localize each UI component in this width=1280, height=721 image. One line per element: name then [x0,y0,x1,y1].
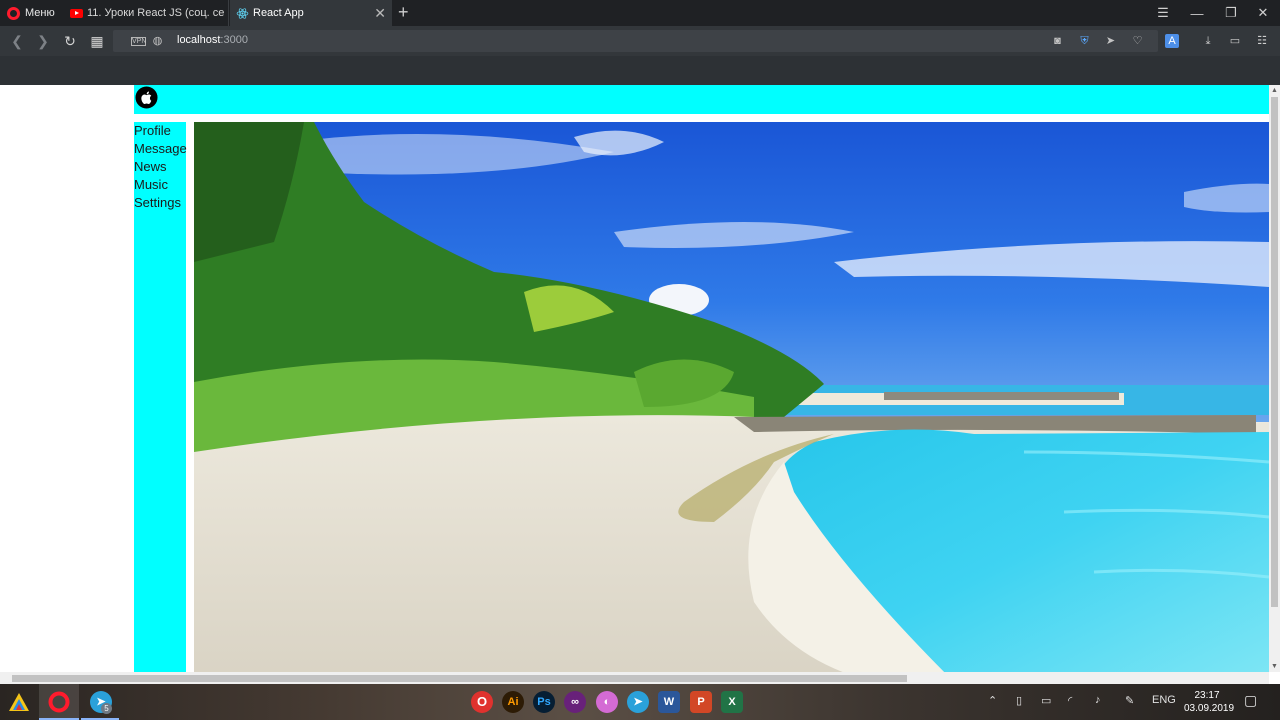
scroll-down-arrow-icon[interactable]: ▼ [1269,661,1280,672]
notifications-icon[interactable]: ▢ [1244,692,1257,709]
visual-studio-icon[interactable]: ∞ [564,691,586,713]
photos-app-icon[interactable]: ◐ [596,691,618,713]
opera-menu-button[interactable]: Меню [0,0,62,26]
close-window-button[interactable]: ✕ [1246,0,1280,26]
bookmark-heart-icon[interactable]: ♡ [1131,35,1144,47]
nav-link-news[interactable]: News [134,158,186,176]
react-favicon-icon [236,7,249,19]
nav-link-message[interactable]: Message [134,140,187,158]
pen-icon[interactable]: ✎ [1125,694,1134,707]
new-tab-button[interactable]: + [398,3,409,21]
usb-device-icon[interactable]: ▯ [1016,694,1022,707]
adblock-shield-icon[interactable]: ⛨ [1078,35,1091,47]
address-field[interactable]: VPN ◍ localhost:3000 ◙ ⛨ ➤ ♡ [113,30,1158,52]
tab-youtube[interactable]: 11. Уроки React JS (соц. се [64,0,229,26]
windows-taskbar: ➤ 5 O Ai Ps ∞ ◐ ➤ W P X ⌃ ▯ ▭ ◜ ♪ ✎ ENG … [0,684,1280,720]
easy-setup-icon[interactable]: ☷ [1255,34,1269,48]
opera-taskbar-icon[interactable] [48,691,70,713]
send-icon[interactable]: ➤ [1104,35,1117,47]
nav-link-profile[interactable]: Profile [134,122,186,140]
battery-icon[interactable]: ▭ [1041,694,1051,707]
close-tab-icon[interactable]: ✕ [374,5,386,21]
scroll-up-arrow-icon[interactable]: ▲ [1269,85,1280,96]
opera-pinned-icon[interactable]: O [471,691,493,713]
snapshot-icon[interactable]: ◙ [1051,35,1064,47]
telegram-badge: 5 [101,703,112,714]
url-text: localhost:3000 [177,34,248,46]
apple-logo-icon[interactable] [135,86,158,109]
tab-react-app[interactable]: React App ✕ [230,0,392,26]
tray-overflow-icon[interactable]: ⌃ [988,694,997,707]
browser-toolbar-spacer [0,56,1280,85]
clock-time: 23:17 [1194,690,1220,701]
telegram-pinned-icon[interactable]: ➤ [627,691,649,713]
tab-title: React App [253,7,304,19]
speed-dial-icon[interactable]: ▦ [88,32,106,50]
nav-link-settings[interactable]: Settings [134,194,186,212]
wifi-icon[interactable]: ◜ [1068,694,1072,707]
nav-link-music[interactable]: Music [134,176,186,194]
horizontal-scrollbar[interactable] [0,672,1269,684]
opera-logo-icon [7,6,20,20]
tab-title: 11. Уроки React JS (соц. се [87,7,225,19]
back-button[interactable]: ❮ [8,32,26,50]
clock-date: 03.09.2019 [1184,703,1235,714]
sidebar-nav: Profile Message News Music Settings [134,122,187,672]
horizontal-scroll-thumb[interactable] [12,675,907,682]
forward-button[interactable]: ❯ [34,32,52,50]
browser-tab-bar: Меню 11. Уроки React JS (соц. се React A… [0,0,1280,26]
vertical-scroll-thumb[interactable] [1271,97,1278,607]
battery-saver-icon[interactable]: ▭ [1228,34,1242,48]
system-clock[interactable]: 23:17 03.09.2019 [1184,689,1235,715]
reload-button[interactable]: ↻ [61,32,79,50]
vertical-scrollbar[interactable]: ▲ ▼ [1269,85,1280,672]
tropical-beach-illustration [194,122,1269,672]
excel-icon[interactable]: X [721,691,743,713]
menu-label: Меню [25,7,55,19]
site-header [134,85,1269,114]
download-icon[interactable]: ⤓ [1201,34,1215,48]
start-app-icon[interactable] [8,691,30,713]
volume-icon[interactable]: ♪ [1095,694,1101,706]
language-indicator[interactable]: ENG [1152,694,1176,706]
photoshop-icon[interactable]: Ps [533,691,555,713]
youtube-favicon-icon [70,8,83,18]
vpn-icon[interactable]: VPN [131,37,146,46]
tab-menu-icon[interactable]: ☰ [1146,0,1180,26]
page-viewport: Profile Message News Music Settings [0,85,1269,672]
address-toolbar: ❮ ❯ ↻ ▦ VPN ◍ localhost:3000 ◙ ⛨ ➤ ♡ A ⤓… [0,26,1280,56]
powerpoint-icon[interactable]: P [690,691,712,713]
illustrator-icon[interactable]: Ai [502,691,524,713]
beach-hero-image [194,122,1269,672]
globe-icon: ◍ [152,35,163,47]
translate-extension-icon[interactable]: A [1165,34,1179,48]
maximize-button[interactable]: ❐ [1214,0,1248,26]
minimize-button[interactable]: — [1180,0,1214,26]
word-icon[interactable]: W [658,691,680,713]
